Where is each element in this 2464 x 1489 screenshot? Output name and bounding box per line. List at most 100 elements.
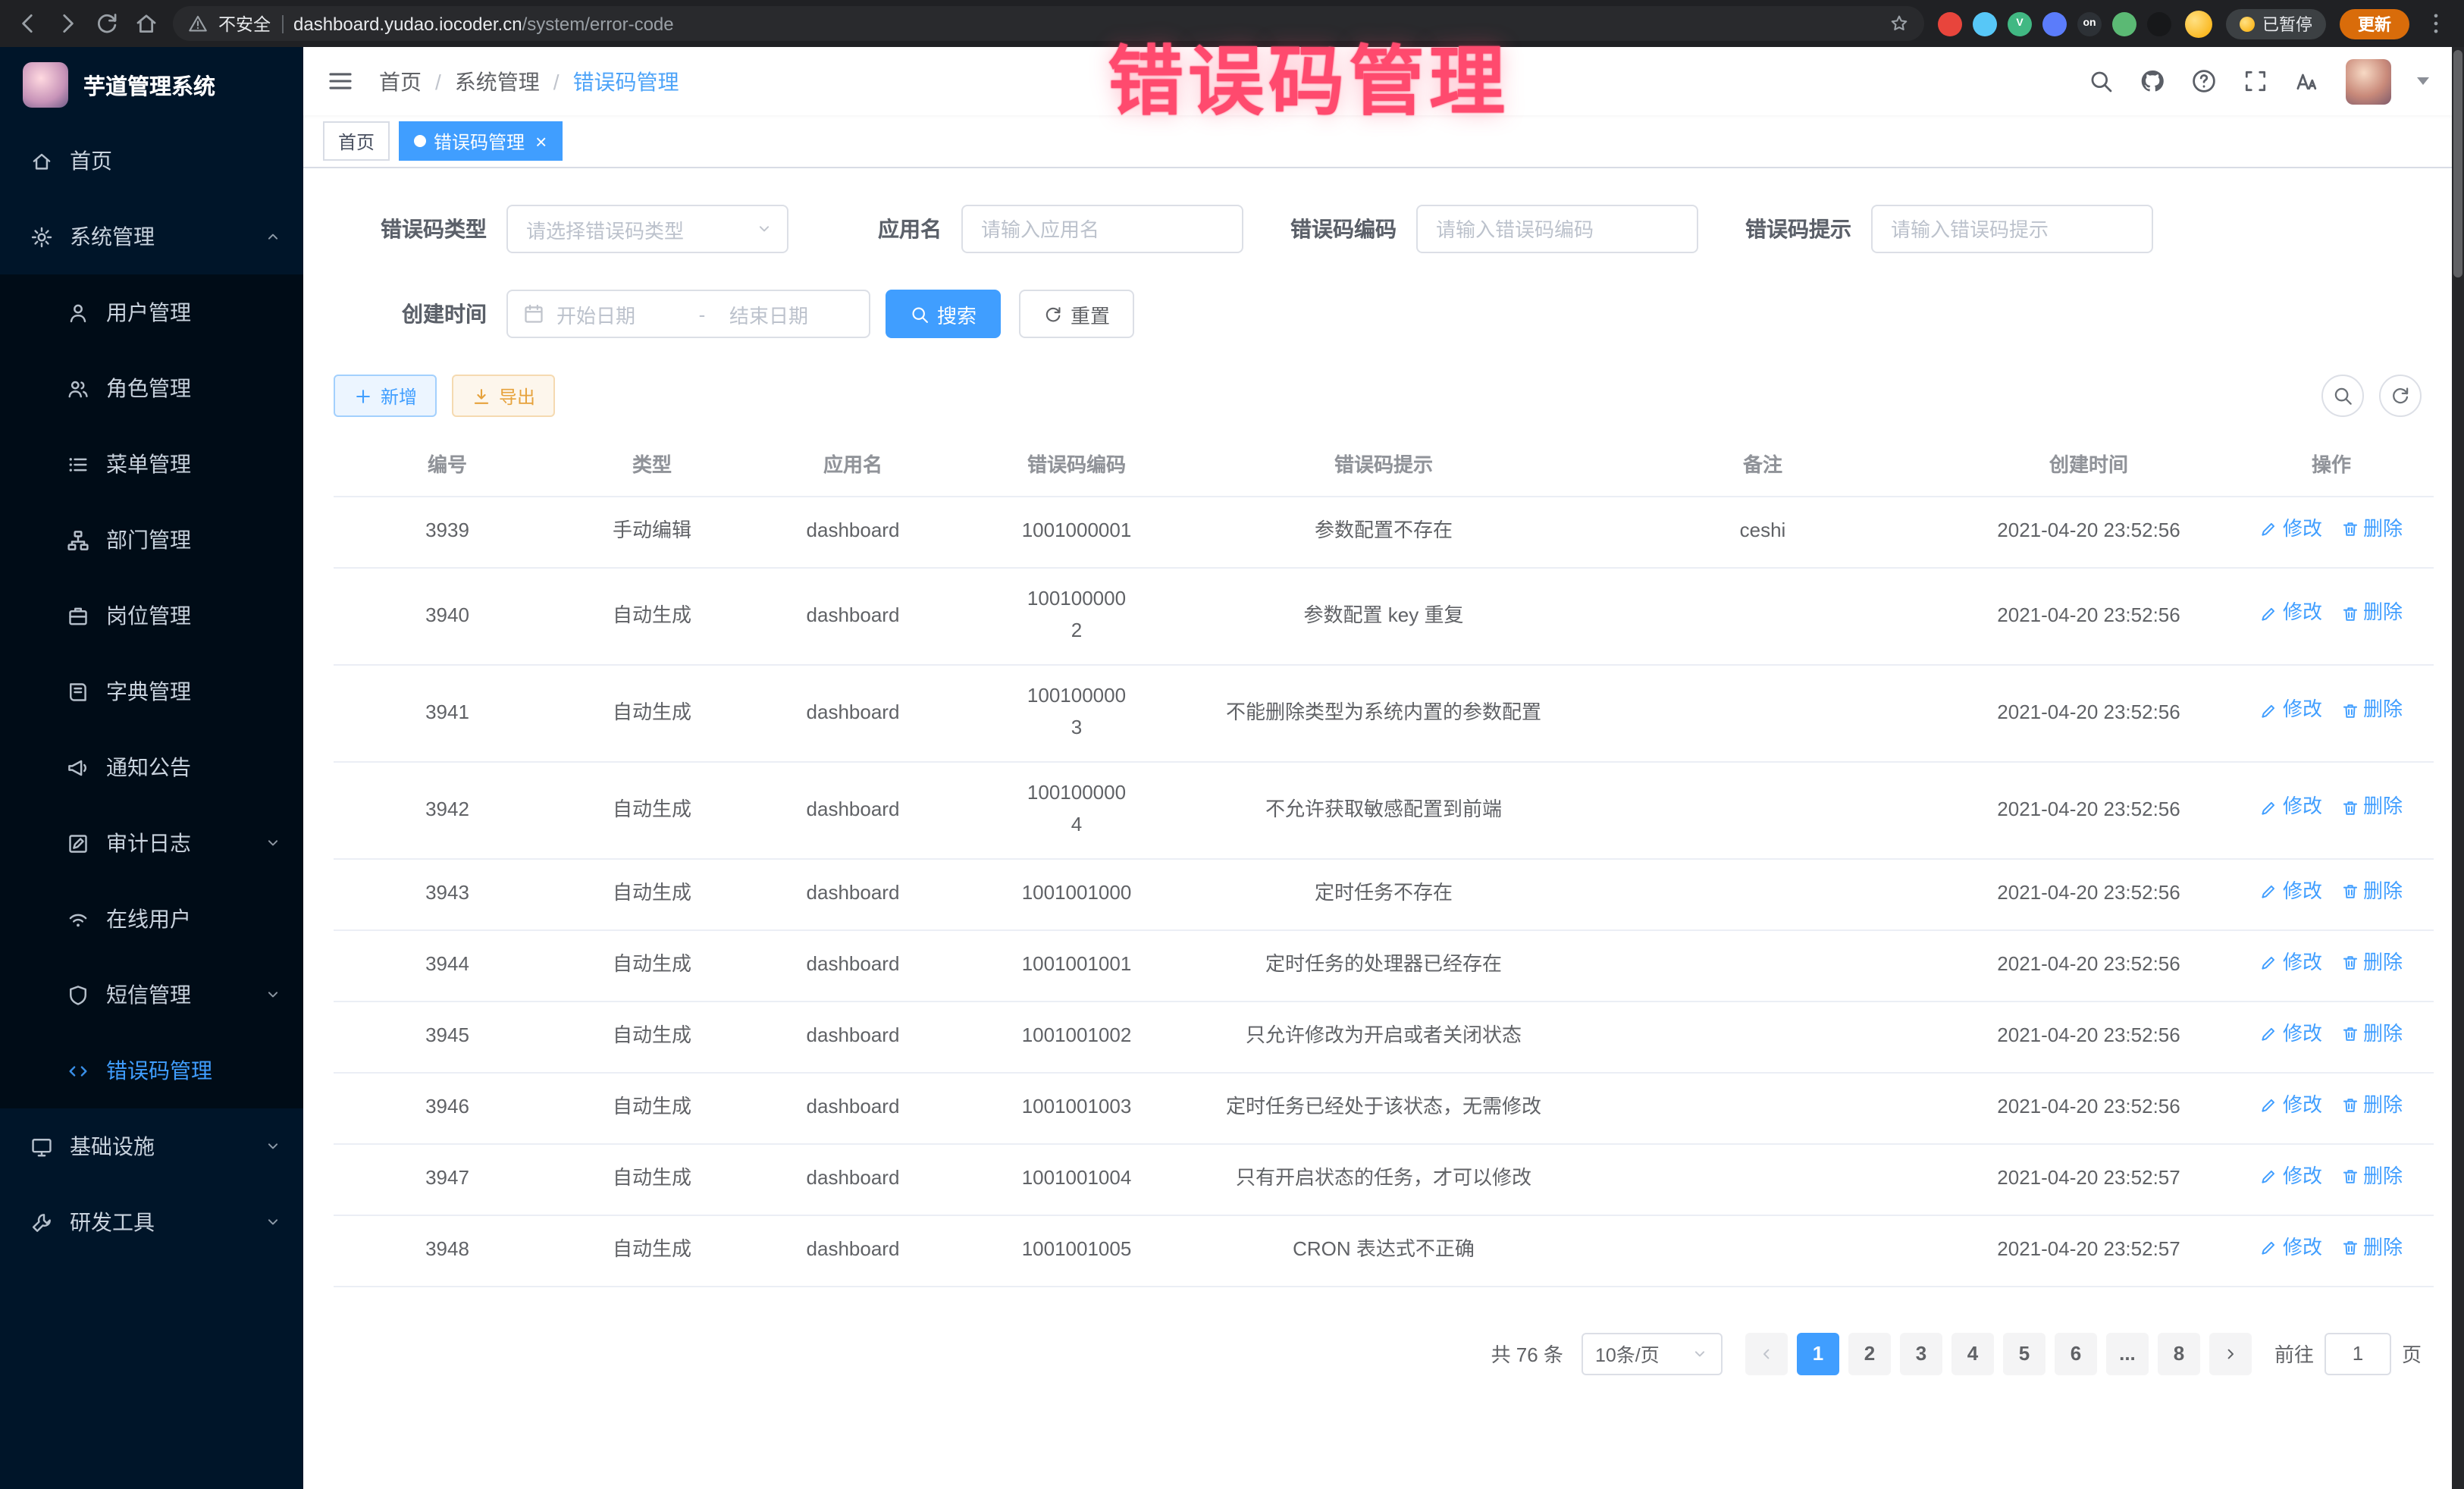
sidebar-item-用户管理[interactable]: 用户管理: [0, 274, 303, 350]
browser-scrollbar[interactable]: [2452, 47, 2464, 1489]
browser-home-icon[interactable]: [133, 11, 159, 36]
security-warning-icon[interactable]: [188, 14, 208, 33]
sidebar-item-研发工具[interactable]: 研发工具: [0, 1184, 303, 1260]
sidebar-item-错误码管理[interactable]: 错误码管理: [0, 1033, 303, 1108]
back-icon[interactable]: [15, 11, 41, 36]
delete-link[interactable]: 删除: [2340, 876, 2403, 908]
cell-remark: [1577, 567, 1948, 664]
github-icon[interactable]: [2140, 68, 2165, 94]
page-button-8[interactable]: 8: [2158, 1332, 2200, 1375]
breadcrumb-system[interactable]: 系统管理: [455, 66, 540, 96]
paused-chip[interactable]: 已暂停: [2226, 8, 2326, 39]
extension-icon-grid[interactable]: [2042, 11, 2067, 36]
sidebar-item-审计日志[interactable]: 审计日志: [0, 805, 303, 881]
edit-link[interactable]: 修改: [2260, 876, 2322, 908]
sidebar-item-菜单管理[interactable]: 菜单管理: [0, 426, 303, 502]
edit-link[interactable]: 修改: [2260, 598, 2322, 630]
browser-profile-avatar[interactable]: [2185, 10, 2212, 37]
cell-time: 2021-04-20 23:52:56: [1948, 1072, 2229, 1143]
cell-time: 2021-04-20 23:52:56: [1948, 761, 2229, 858]
sidebar-item-岗位管理[interactable]: 岗位管理: [0, 578, 303, 654]
cell-remark: [1577, 1215, 1948, 1286]
bookmark-star-icon[interactable]: [1889, 14, 1909, 33]
font-size-icon[interactable]: [2294, 68, 2320, 94]
sidebar-item-通知公告[interactable]: 通知公告: [0, 729, 303, 805]
sidebar-item-短信管理[interactable]: 短信管理: [0, 957, 303, 1033]
fullscreen-icon[interactable]: [2243, 68, 2268, 94]
edit-link[interactable]: 修改: [2260, 792, 2322, 824]
export-button[interactable]: 导出: [452, 375, 555, 417]
table-row-3943: 3943自动生成dashboard1001001000定时任务不存在2021-0…: [334, 858, 2434, 929]
refresh-table-button[interactable]: [2379, 375, 2422, 417]
app-name-input[interactable]: [961, 205, 1243, 253]
error-type-select[interactable]: 请选择错误码类型: [506, 205, 788, 253]
breadcrumb-home[interactable]: 首页: [379, 66, 422, 96]
delete-link[interactable]: 删除: [2340, 1090, 2403, 1122]
update-button[interactable]: 更新: [2340, 8, 2409, 39]
prev-page-button[interactable]: [1745, 1332, 1788, 1375]
sidebar-item-字典管理[interactable]: 字典管理: [0, 654, 303, 729]
logo[interactable]: 芋道管理系统: [0, 47, 303, 123]
sidebar-item-角色管理[interactable]: 角色管理: [0, 350, 303, 426]
user-avatar[interactable]: [2346, 58, 2391, 104]
page-button-6[interactable]: 6: [2055, 1332, 2097, 1375]
extension-icon-recorder[interactable]: [1938, 11, 1962, 36]
page-button-2[interactable]: 2: [1848, 1332, 1891, 1375]
sidebar-item-系统管理[interactable]: 系统管理: [0, 199, 303, 274]
next-page-button[interactable]: [2209, 1332, 2252, 1375]
collapse-sidebar-icon[interactable]: [326, 67, 355, 96]
extension-icon-proxy[interactable]: on: [2077, 11, 2102, 36]
reload-icon[interactable]: [94, 11, 120, 36]
header-search-icon[interactable]: [2088, 68, 2114, 94]
delete-link[interactable]: 删除: [2340, 514, 2403, 546]
page-button-5[interactable]: 5: [2003, 1332, 2045, 1375]
plus-icon: [353, 386, 373, 406]
filter-code: 错误码编码: [1243, 205, 1698, 253]
tab-error-code[interactable]: 错误码管理 ×: [399, 121, 562, 161]
edit-link[interactable]: 修改: [2260, 948, 2322, 980]
browser-menu-icon[interactable]: [2423, 11, 2449, 36]
date-range-picker[interactable]: 开始日期 - 结束日期: [506, 290, 870, 338]
edit-link[interactable]: 修改: [2260, 1161, 2322, 1193]
search-button[interactable]: 搜索: [886, 290, 1001, 338]
sidebar-item-基础设施[interactable]: 基础设施: [0, 1108, 303, 1184]
edit-link[interactable]: 修改: [2260, 1233, 2322, 1265]
toggle-search-button[interactable]: [2321, 375, 2364, 417]
reset-button[interactable]: 重置: [1019, 290, 1134, 338]
sidebar-item-首页[interactable]: 首页: [0, 123, 303, 199]
error-code-input[interactable]: [1416, 205, 1698, 253]
page-button-3[interactable]: 3: [1900, 1332, 1942, 1375]
delete-link[interactable]: 删除: [2340, 1233, 2403, 1265]
delete-link[interactable]: 删除: [2340, 598, 2403, 630]
delete-link[interactable]: 删除: [2340, 1161, 2403, 1193]
close-tab-icon[interactable]: ×: [535, 131, 547, 151]
error-msg-input[interactable]: [1871, 205, 2153, 253]
table-header-row: 编号类型应用名错误码编码错误码提示备注创建时间操作: [334, 432, 2434, 496]
page-button-1[interactable]: 1: [1797, 1332, 1839, 1375]
edit-link[interactable]: 修改: [2260, 1019, 2322, 1051]
forward-icon[interactable]: [55, 11, 80, 36]
delete-link[interactable]: 删除: [2340, 1019, 2403, 1051]
edit-link[interactable]: 修改: [2260, 1090, 2322, 1122]
goto-page-input[interactable]: [2324, 1332, 2391, 1375]
caret-down-icon[interactable]: [2417, 77, 2429, 85]
extension-icon-green-ext[interactable]: [2112, 11, 2136, 36]
delete-link[interactable]: 删除: [2340, 695, 2403, 727]
tab-home[interactable]: 首页: [323, 121, 390, 161]
sidebar-item-部门管理[interactable]: 部门管理: [0, 502, 303, 578]
extension-icon-pin[interactable]: [2147, 11, 2171, 36]
edit-link[interactable]: 修改: [2260, 695, 2322, 727]
delete-link[interactable]: 删除: [2340, 948, 2403, 980]
help-icon[interactable]: [2191, 68, 2217, 94]
scrollbar-thumb[interactable]: [2453, 50, 2462, 277]
delete-link[interactable]: 删除: [2340, 792, 2403, 824]
extension-icon-vue-devtools[interactable]: V: [2008, 11, 2032, 36]
edit-link[interactable]: 修改: [2260, 514, 2322, 546]
page-button-4[interactable]: 4: [1951, 1332, 1994, 1375]
address-bar[interactable]: 不安全 dashboard.yudao.iocoder.cn/system/er…: [173, 6, 1924, 41]
page-size-select[interactable]: 10条/页: [1582, 1332, 1723, 1375]
add-button[interactable]: 新增: [334, 375, 437, 417]
extension-icon-picker[interactable]: [1973, 11, 1997, 36]
sidebar-item-在线用户[interactable]: 在线用户: [0, 881, 303, 957]
more-pages-button[interactable]: ...: [2106, 1332, 2149, 1375]
